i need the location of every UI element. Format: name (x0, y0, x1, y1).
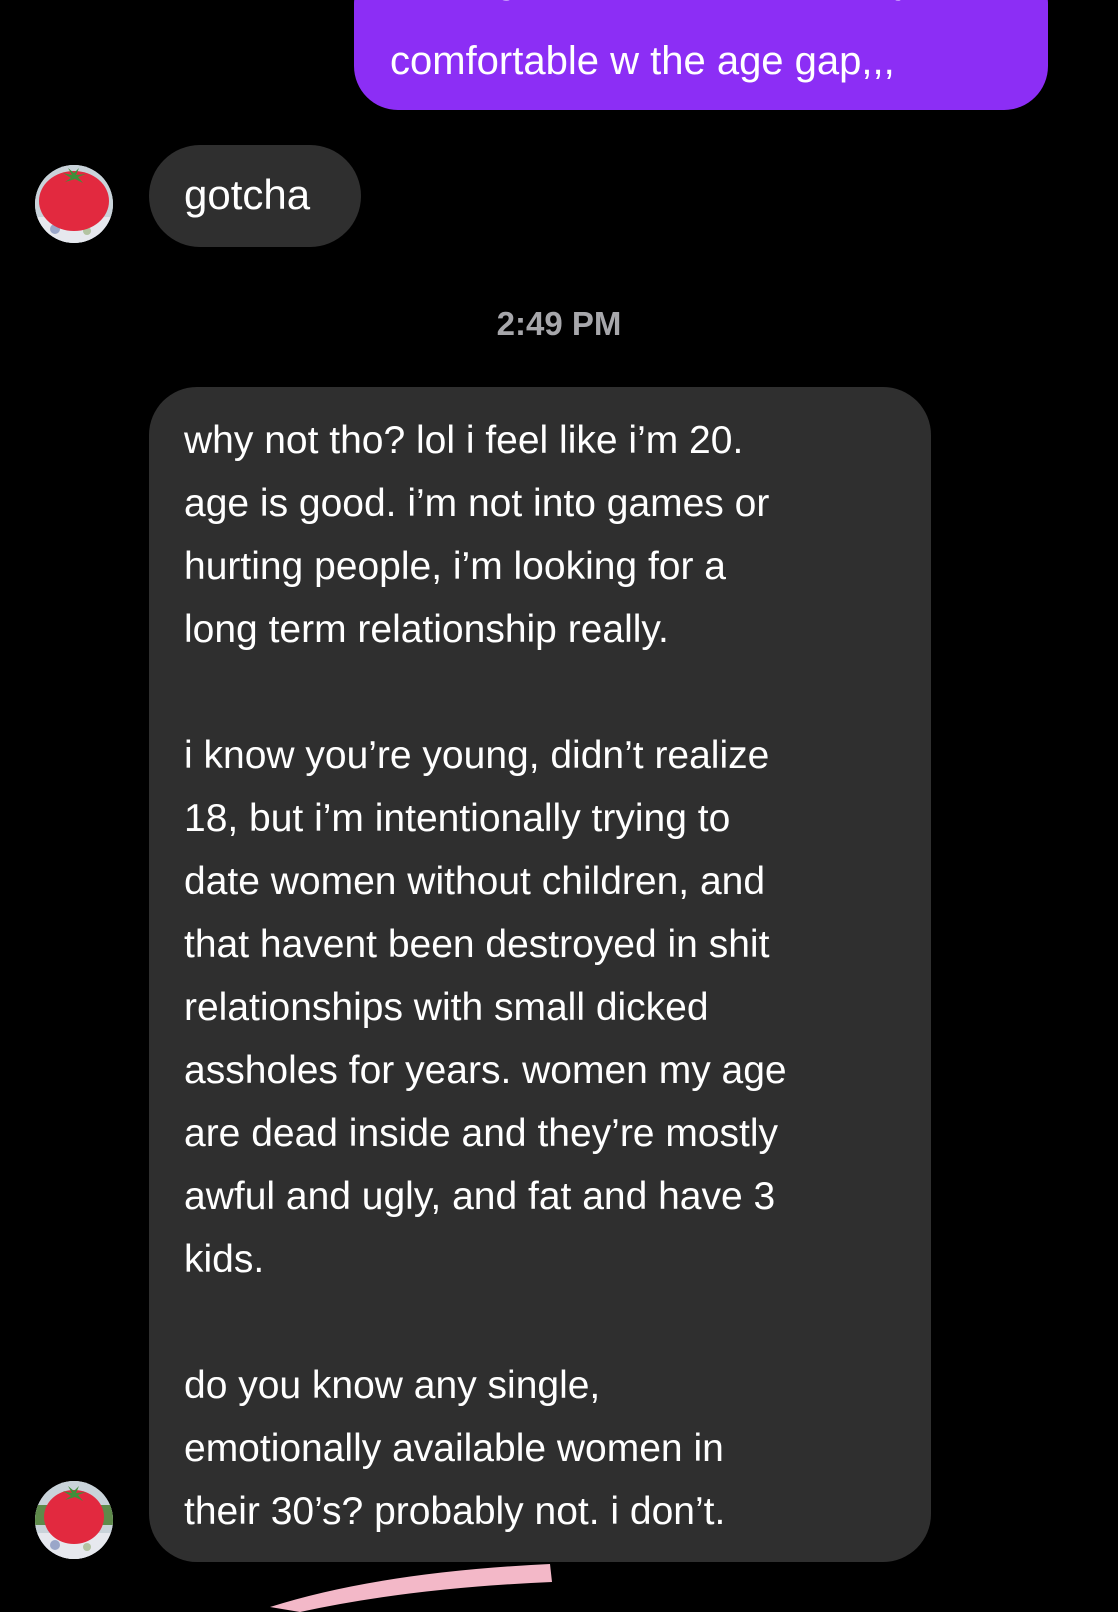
contact-avatar[interactable] (35, 165, 113, 243)
message-line: age is good. i’m not into games or (184, 482, 770, 525)
message-line: date women without children, and (184, 860, 766, 903)
message-line: hurting people, i’m looking for a (184, 545, 726, 588)
message-line: 18, but i’m intentionally trying to (184, 797, 731, 840)
reaction-swoosh-icon (270, 1564, 552, 1612)
sent-message-bubble[interactable]: that's good. also i'm not really comfort… (354, 0, 1048, 110)
message-line: i know you’re young, didn’t realize (184, 734, 770, 777)
message-line: are dead inside and they’re mostly (184, 1112, 779, 1155)
message-line: do you know any single, (184, 1364, 601, 1407)
received-message-text: gotcha (184, 171, 311, 218)
sent-message-line-1: that's good. also i'm not really (390, 0, 914, 10)
sent-message-line-2: comfortable w the age gap,,, (390, 39, 895, 83)
message-line: kids. (184, 1238, 265, 1281)
message-line: emotionally available women in (184, 1427, 724, 1470)
message-line: why not tho? lol i feel like i’m 20. (184, 419, 744, 462)
contact-avatar[interactable] (35, 1481, 113, 1559)
tomato-avatar-icon (35, 165, 113, 243)
message-line: assholes for years. women my age (184, 1049, 787, 1092)
message-timestamp: 2:49 PM (496, 305, 622, 342)
tomato-avatar-icon (35, 1481, 113, 1559)
message-line: their 30’s? probably not. i don’t. (184, 1490, 726, 1533)
received-long-message-bubble[interactable]: why not tho? lol i feel like i’m 20. age… (149, 387, 931, 1562)
message-line: awful and ugly, and fat and have 3 (184, 1175, 776, 1218)
message-line: long term relationship really. (184, 608, 669, 651)
message-line: relationships with small dicked (184, 986, 709, 1029)
received-message-bubble[interactable]: gotcha (149, 145, 361, 247)
message-line: that havent been destroyed in shit (184, 923, 770, 966)
